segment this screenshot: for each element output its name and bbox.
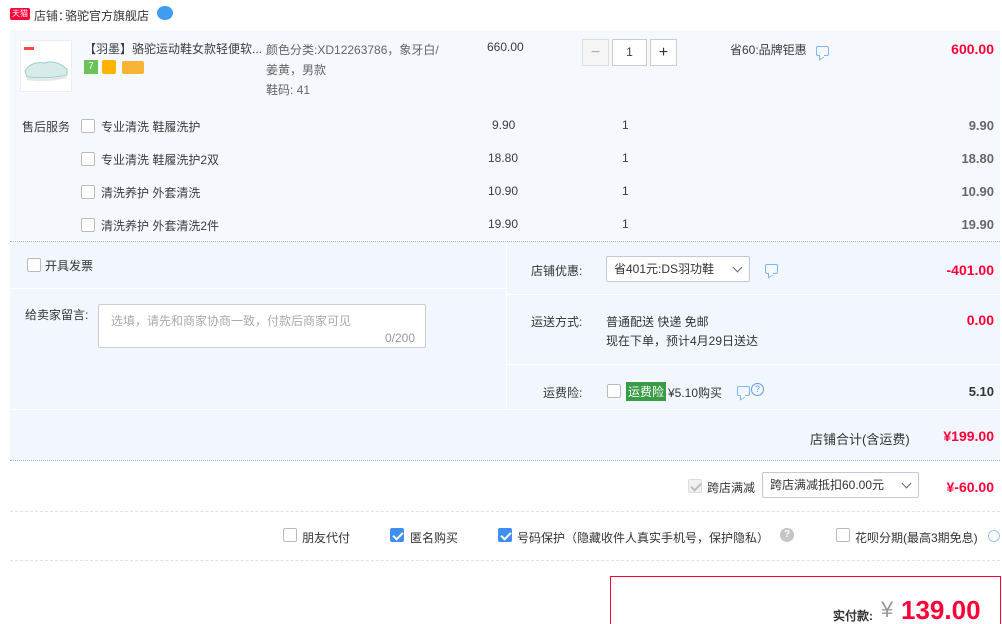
cross-store-selected: 跨店满减抵扣60.00元 [770, 478, 885, 492]
huabei-checkbox[interactable] [836, 528, 850, 542]
after-sales-price: 9.90 [492, 118, 516, 132]
shop-discount-label: 店铺优惠: [531, 264, 583, 278]
color-label: 颜色分类: [266, 43, 318, 57]
insurance-tag: 运费险 [626, 382, 667, 401]
order-options-section [10, 241, 1000, 461]
shipping-note: 现在下单，预计4月29日送达 [606, 334, 759, 348]
shipping-label: 运送方式: [531, 315, 583, 329]
question-icon[interactable]: ? [780, 528, 794, 542]
invoice-checkbox[interactable] [27, 258, 41, 272]
right-divider-1 [507, 294, 1000, 295]
after-sales-price: 18.80 [488, 151, 519, 165]
anonymous-checkbox[interactable] [390, 528, 404, 542]
after-sales-price: 10.90 [488, 184, 519, 198]
invoice-label[interactable]: 开具发票 [45, 257, 93, 274]
product-price: 660.00 [487, 40, 524, 54]
insurance-label: 运费险: [543, 386, 583, 400]
credit-card-icon [122, 61, 144, 74]
after-sales-name: 清洗养护 外套清洗 [101, 186, 201, 200]
friend-pay-checkbox[interactable] [283, 528, 297, 542]
shop-total-amount: ¥199.00 [943, 428, 994, 444]
total-divider [10, 409, 1000, 410]
shop-discount-selected: 省401元:DS羽功鞋 [614, 262, 715, 276]
message-label: 给卖家留言: [25, 308, 89, 322]
tmall-badge: 天猫 [10, 8, 30, 20]
quantity-input[interactable]: 1 [612, 39, 647, 66]
size-label: 鞋码: [266, 83, 294, 97]
after-sales-checkbox[interactable] [81, 152, 95, 166]
wangwang-icon[interactable] [157, 6, 173, 20]
shipping-method: 普通配送 快递 免邮 [606, 315, 709, 329]
after-sales-total: 18.80 [961, 151, 994, 166]
insurance-chat-icon[interactable] [737, 386, 750, 396]
shop-discount-info-icon[interactable] [765, 264, 778, 274]
cross-store-label: 跨店满减 [707, 481, 756, 495]
after-sales-checkbox[interactable] [81, 218, 95, 232]
after-sales-total: 19.90 [961, 217, 994, 232]
after-sales-item-3: 清洗养护 外套清洗2件 19.90 1 19.90 [0, 209, 1002, 239]
shop-name[interactable]: 骆驼官方旗舰店 [65, 7, 149, 24]
after-sales-qty: 1 [622, 217, 629, 231]
left-divider-h [10, 288, 506, 289]
product-thumbnail[interactable] [20, 40, 72, 92]
payment-box: 实付款: ¥ 139.00 [610, 576, 1001, 624]
payment-label: 实付款: [833, 609, 873, 623]
after-sales-price: 19.90 [488, 217, 519, 231]
cross-store-checkbox [688, 479, 702, 493]
after-sales-checkbox[interactable] [81, 119, 95, 133]
insurance-checkbox[interactable] [607, 384, 621, 398]
cross-store-amount: ¥-60.00 [946, 479, 994, 495]
insurance-amount: 5.10 [968, 384, 994, 399]
dashed-divider-1 [10, 511, 1000, 512]
message-placeholder: 选填，请先和商家协商一致，付款后商家可见 [111, 314, 352, 328]
guarantee-icon [102, 60, 116, 74]
shipping-amount: 0.00 [966, 312, 994, 328]
message-input[interactable]: 选填，请先和商家协商一致，付款后商家可见 0/200 [98, 304, 426, 348]
size-value: 41 [296, 83, 311, 97]
friend-pay-label[interactable]: 朋友代付 [302, 529, 350, 546]
product-subtotal: 600.00 [951, 41, 994, 57]
shop-discount-amount: -401.00 [946, 262, 994, 278]
product-discount: 省60:品牌钜惠 [730, 43, 807, 57]
shop-header: 天猫 店铺： 骆驼官方旗舰店 [10, 5, 310, 25]
quantity-minus-button[interactable]: − [582, 39, 609, 66]
after-sales-checkbox[interactable] [81, 185, 95, 199]
dashed-divider-2 [10, 560, 1000, 561]
anonymous-label[interactable]: 匿名购买 [410, 529, 458, 546]
seven-day-return-icon: 7 [84, 60, 98, 74]
number-protect-checkbox[interactable] [498, 528, 512, 542]
after-sales-name: 专业清洗 鞋履洗护 [101, 120, 201, 134]
insurance-price: ¥5.10购买 [668, 386, 723, 400]
after-sales-item-2: 清洗养护 外套清洗 10.90 1 10.90 [0, 176, 1002, 206]
discount-info-icon[interactable] [816, 46, 829, 56]
product-sku: 颜色分类:XD12263786，象牙白/姜黄，男款 鞋码: 41 [266, 40, 446, 100]
shop-discount-select[interactable]: 省401元:DS羽功鞋 [606, 256, 750, 282]
number-protect-label[interactable]: 号码保护（隐藏收件人真实手机号，保护隐私） [517, 529, 769, 546]
product-service-icons: 7 [84, 60, 154, 76]
huabei-help-icon[interactable] [988, 530, 1000, 542]
after-sales-name: 清洗养护 外套清洗2件 [101, 219, 220, 233]
product-title[interactable]: 【羽墨】骆驼运动鞋女款轻便软... [84, 40, 264, 57]
after-sales-name: 专业清洗 鞋履洗护2双 [101, 153, 220, 167]
cross-store-select[interactable]: 跨店满减抵扣60.00元 [762, 472, 919, 498]
right-divider-2 [507, 364, 1000, 365]
huabei-label[interactable]: 花呗分期(最高3期免息) [855, 529, 978, 546]
help-icon[interactable]: ? [751, 383, 764, 396]
quantity-stepper: − 1 + [582, 39, 677, 66]
quantity-plus-button[interactable]: + [650, 39, 677, 66]
after-sales-item-1: 专业清洗 鞋履洗护2双 18.80 1 18.80 [0, 143, 1002, 173]
message-counter: 0/200 [384, 331, 415, 345]
payment-currency: ¥ [881, 597, 894, 622]
payment-amount: 139.00 [901, 595, 981, 624]
after-sales-item-0: 专业清洗 鞋履洗护 9.90 1 9.90 [0, 110, 1002, 140]
chevron-down-icon [732, 262, 743, 273]
shop-total-label: 店铺合计(含运费) [810, 432, 910, 447]
after-sales-total: 9.90 [968, 118, 994, 133]
after-sales-total: 10.90 [961, 184, 994, 199]
after-sales-qty: 1 [622, 184, 629, 198]
vertical-divider [506, 242, 507, 410]
after-sales-qty: 1 [622, 118, 629, 132]
after-sales-qty: 1 [622, 151, 629, 165]
